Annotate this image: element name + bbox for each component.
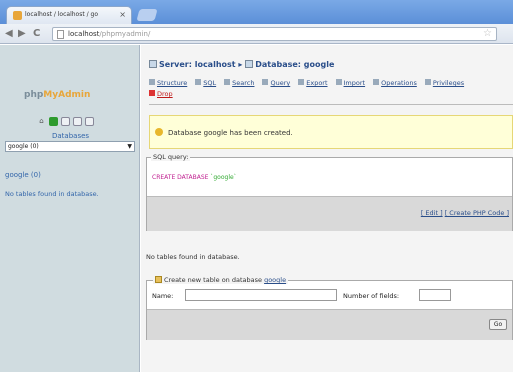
database-tabs: Structure SQL Search Query Export Import… — [149, 79, 489, 98]
sidebar-no-tables: No tables found in database. — [5, 190, 99, 198]
url-host: localhost — [68, 30, 100, 38]
tab-label: Drop — [157, 90, 173, 98]
edit-query-link[interactable]: [ Edit ] — [421, 209, 443, 217]
search-icon — [224, 79, 231, 85]
drop-icon — [149, 90, 155, 96]
sql-icon — [195, 79, 202, 85]
sql-query-legend: SQL query: — [151, 153, 191, 161]
create-table-database-link[interactable]: google — [264, 276, 286, 284]
success-notice: Database google has been created. — [149, 115, 513, 149]
export-icon — [298, 79, 305, 85]
go-button[interactable]: Go — [489, 319, 507, 330]
url-path: /phpmyadmin/ — [99, 30, 151, 38]
bookmark-star-icon[interactable]: ☆ — [483, 28, 492, 39]
browser-tab[interactable]: localhost / localhost / go × — [6, 6, 132, 24]
address-url: localhost/phpmyadmin/ — [68, 30, 150, 38]
no-tables-message: No tables found in database. — [146, 253, 240, 261]
home-icon[interactable]: ⌂ — [37, 117, 46, 126]
sql-identifier: `google` — [210, 174, 237, 181]
nav-icon-row: ⌂ — [37, 117, 94, 126]
privileges-icon — [424, 79, 431, 85]
database-select[interactable]: google (0) ▼ — [5, 141, 135, 152]
tab-divider — [149, 104, 513, 105]
tab-query[interactable]: Query — [262, 79, 290, 87]
tab-operations[interactable]: Operations — [373, 79, 417, 87]
address-bar[interactable]: localhost/phpmyadmin/ ☆ — [52, 27, 497, 41]
tab-privileges[interactable]: Privileges — [424, 79, 465, 87]
create-table-form: Create new table on database google Name… — [146, 276, 513, 340]
create-php-code-link[interactable]: [ Create PHP Code ] — [445, 209, 509, 217]
back-arrow-icon[interactable]: ◀ — [5, 28, 13, 39]
sql-query-box: SQL query: CREATE DATABASE `google` [ Ed… — [146, 153, 513, 231]
browser-toolbar: ◀ ▶ C localhost/phpmyadmin/ ☆ — [0, 24, 513, 44]
database-select-value: google (0) — [8, 143, 39, 150]
tab-close-icon[interactable]: × — [119, 10, 126, 19]
breadcrumb: Server: localhost ▸ Database: google — [149, 60, 334, 69]
content-frame: Server: localhost ▸ Database: google Str… — [141, 45, 513, 372]
table-name-input[interactable] — [185, 289, 337, 301]
tab-label: Search — [232, 79, 255, 87]
tab-title: localhost / localhost / go — [25, 11, 99, 18]
number-of-fields-input[interactable] — [419, 289, 451, 301]
tab-label: Privileges — [432, 79, 465, 87]
tab-label: SQL — [203, 79, 217, 87]
tab-drop[interactable]: Drop — [149, 90, 173, 98]
tab-export[interactable]: Export — [298, 79, 328, 87]
exit-icon[interactable] — [49, 117, 58, 126]
create-table-footer: Go — [147, 309, 512, 340]
create-table-legend: Create new table on database google — [153, 276, 289, 284]
tab-label: Export — [306, 79, 328, 87]
breadcrumb-server[interactable]: Server: localhost — [159, 60, 236, 69]
query-icon — [262, 79, 269, 85]
operations-icon — [373, 79, 380, 85]
sql-query-footer: [ Edit ] [ Create PHP Code ] — [147, 196, 512, 231]
tab-label: Import — [343, 79, 366, 87]
sql-keyword: CREATE DATABASE — [152, 174, 209, 181]
import-icon — [335, 79, 342, 85]
tab-sql[interactable]: SQL — [195, 79, 216, 87]
database-icon — [245, 60, 254, 68]
breadcrumb-database[interactable]: Database: google — [255, 60, 334, 69]
tab-label: Query — [270, 79, 291, 87]
phpmyadmin-favicon-icon — [13, 11, 22, 20]
logo-php: php — [24, 90, 44, 100]
browser-titlebar: localhost / localhost / go × — [0, 0, 513, 24]
sql-query-links: [ Edit ] [ Create PHP Code ] — [421, 209, 509, 217]
documentation-icon[interactable] — [73, 117, 82, 126]
tab-label: Structure — [157, 79, 188, 87]
forward-arrow-icon[interactable]: ▶ — [18, 28, 26, 39]
number-of-fields-label: Number of fields: — [343, 292, 400, 300]
reload-icon[interactable]: C — [33, 28, 40, 39]
notice-icon — [155, 128, 163, 136]
sql-query-text: CREATE DATABASE `google` — [152, 174, 237, 181]
databases-label: Databases — [52, 132, 90, 140]
tab-import[interactable]: Import — [335, 79, 366, 87]
table-name-label: Name: — [152, 292, 174, 300]
phpmyadmin-logo[interactable]: phpMyAdmin — [24, 90, 90, 100]
tab-label: Operations — [381, 79, 417, 87]
create-table-legend-text: Create new table on database — [164, 276, 262, 284]
breadcrumb-separator-icon: ▸ — [238, 60, 243, 69]
new-tab-button[interactable] — [136, 9, 158, 21]
page-icon — [57, 30, 64, 39]
query-window-icon[interactable] — [61, 117, 70, 126]
navigation-frame: phpMyAdmin ⌂ Databases google (0) ▼ goog… — [0, 45, 140, 372]
mysql-docs-icon[interactable] — [85, 117, 94, 126]
current-database-link[interactable]: google (0) — [5, 171, 41, 179]
chevron-down-icon: ▼ — [127, 143, 132, 150]
tab-structure[interactable]: Structure — [149, 79, 187, 87]
new-table-icon — [155, 276, 162, 283]
structure-icon — [149, 79, 155, 85]
logo-myadmin: MyAdmin — [43, 90, 91, 100]
notice-text: Database google has been created. — [168, 129, 293, 137]
tab-search[interactable]: Search — [224, 79, 254, 87]
server-icon — [149, 60, 157, 68]
